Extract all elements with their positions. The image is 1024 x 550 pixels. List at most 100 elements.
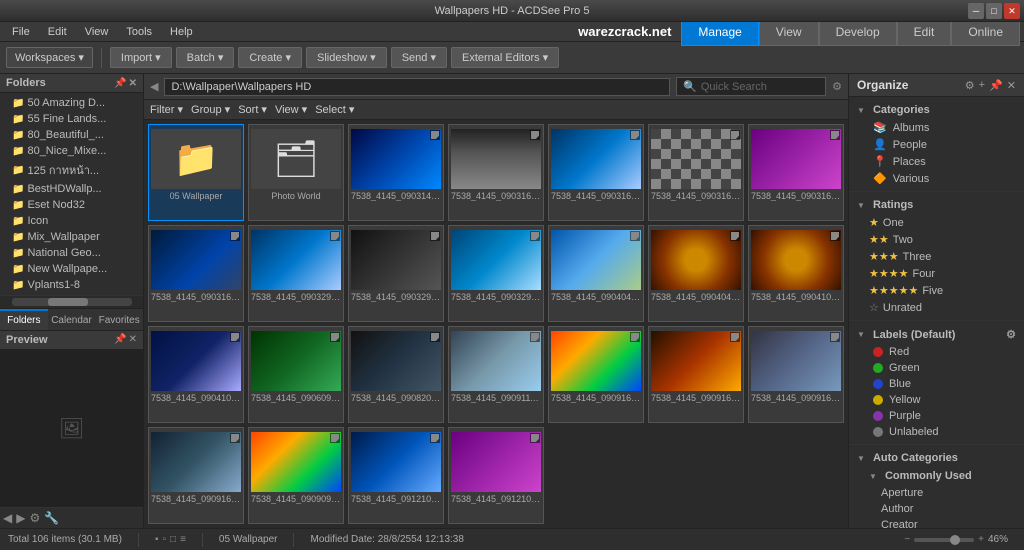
zoom-plus[interactable]: +: [978, 534, 984, 545]
folder-item[interactable]: 📁125 กาทหน้า...: [0, 159, 143, 181]
rating-three[interactable]: ★★★Three: [849, 248, 1024, 265]
folder-item[interactable]: 📁Eset Nod32: [0, 197, 143, 213]
folder-item[interactable]: 📁Vplants1-8: [0, 277, 143, 293]
folder-item[interactable]: 📁55 Fine Lands...: [0, 111, 143, 127]
label-red[interactable]: Red: [849, 344, 1024, 360]
folder-item[interactable]: 📁Icon: [0, 213, 143, 229]
thumbnail-item[interactable]: 7538_4145_0903161...: [148, 225, 244, 322]
label-yellow[interactable]: Yellow: [849, 392, 1024, 408]
thumb-size-small[interactable]: ▪: [155, 534, 159, 545]
thumbnail-item[interactable]: 7538_4145_0909161...: [648, 326, 744, 423]
menu-edit[interactable]: Edit: [40, 24, 75, 40]
preview-tool-1[interactable]: ◀: [3, 511, 12, 525]
organize-pin-icon[interactable]: 📌: [989, 79, 1003, 92]
thumbnail-item[interactable]: 7538_4145_0903290...: [248, 225, 344, 322]
select-tool[interactable]: Select ▾: [315, 103, 354, 116]
auto-cat-creator[interactable]: Creator: [849, 517, 1024, 528]
org-item-people[interactable]: 👤 People: [849, 136, 1024, 153]
maximize-button[interactable]: □: [986, 3, 1002, 19]
categories-header[interactable]: ▼ Categories: [849, 101, 1024, 119]
label-purple[interactable]: Purple: [849, 408, 1024, 424]
import-button[interactable]: Import ▾: [110, 47, 172, 68]
path-bar[interactable]: D:\Wallpaper\Wallpapers HD: [164, 78, 670, 96]
sort-tool[interactable]: Sort ▾: [238, 103, 267, 116]
content-nav-back[interactable]: ◀: [150, 80, 158, 93]
thumbnail-item[interactable]: 7538_4145_0903161...: [548, 124, 644, 221]
label-blue[interactable]: Blue: [849, 376, 1024, 392]
thumbnail-item[interactable]: 7538_4145_0903142...: [348, 124, 444, 221]
preview-tool-3[interactable]: ⚙: [29, 511, 40, 525]
organize-add-icon[interactable]: +: [979, 79, 985, 92]
labels-header[interactable]: ▼ Labels (Default) ⚙: [849, 325, 1024, 344]
menu-help[interactable]: Help: [162, 24, 201, 40]
workspaces-button[interactable]: Workspaces ▾: [6, 47, 93, 68]
thumbnail-item[interactable]: 7538_4145_0903161...: [748, 124, 844, 221]
auto-cat-author[interactable]: Author: [849, 501, 1024, 517]
thumbnail-item[interactable]: 7538_4145_0904041...: [648, 225, 744, 322]
menu-tools[interactable]: Tools: [118, 24, 160, 40]
thumbnail-item[interactable]: 7538_4145_0903290...: [448, 225, 544, 322]
preview-tool-4[interactable]: 🔧: [44, 511, 59, 525]
minimize-button[interactable]: ─: [968, 3, 984, 19]
org-item-places[interactable]: 📍 Places: [849, 153, 1024, 170]
auto-categories-header[interactable]: ▼ Auto Categories: [849, 449, 1024, 467]
preview-pin-icon[interactable]: 📌: [114, 334, 126, 345]
thumbnail-item[interactable]: 7538_4145_0903161...: [448, 124, 544, 221]
folder-item[interactable]: 📁BestHDWallp...: [0, 181, 143, 197]
preview-close-icon[interactable]: ✕: [129, 334, 137, 345]
folder-item[interactable]: 📁National Geo...: [0, 245, 143, 261]
rating-four[interactable]: ★★★★Four: [849, 265, 1024, 282]
labels-settings-icon[interactable]: ⚙: [1006, 328, 1016, 341]
thumbnail-item[interactable]: 7538_4145_0903290...: [348, 225, 444, 322]
scroll-track[interactable]: [12, 298, 132, 306]
thumbnail-item[interactable]: 7538_4145_0909091...: [248, 427, 344, 524]
folder-item[interactable]: 📁50 Amazing D...: [0, 95, 143, 111]
filter-tool[interactable]: Filter ▾: [150, 103, 183, 116]
thumbnail-item[interactable]: 7538_4145_0909111...: [448, 326, 544, 423]
thumbnail-item[interactable]: 7538_4145_0906092...: [248, 326, 344, 423]
thumb-detail-view[interactable]: ≡: [180, 534, 186, 545]
org-item-albums[interactable]: 📚 Albums: [849, 119, 1024, 136]
org-item-various[interactable]: 🔶 Various: [849, 170, 1024, 187]
search-settings-icon[interactable]: ⚙: [832, 80, 842, 93]
sidebar-tab-calendar[interactable]: Calendar: [48, 309, 96, 330]
view-tool[interactable]: View ▾: [275, 103, 307, 116]
external-editors-button[interactable]: External Editors ▾: [451, 47, 559, 68]
rating-two[interactable]: ★★Two: [849, 231, 1024, 248]
menu-file[interactable]: File: [4, 24, 38, 40]
organize-close-icon[interactable]: ✕: [1007, 79, 1016, 92]
sidebar-close-icon[interactable]: ✕: [129, 78, 137, 89]
folder-item[interactable]: 📁80_Beautiful_...: [0, 127, 143, 143]
close-button[interactable]: ✕: [1004, 3, 1020, 19]
batch-button[interactable]: Batch ▾: [176, 47, 235, 68]
group-tool[interactable]: Group ▾: [191, 103, 230, 116]
label-unlabeled[interactable]: Unlabeled: [849, 424, 1024, 440]
slideshow-button[interactable]: Slideshow ▾: [306, 47, 387, 68]
zoom-minus[interactable]: −: [904, 534, 910, 545]
thumbnail-item[interactable]: 📁05 Wallpaper: [148, 124, 244, 221]
ratings-header[interactable]: ▼ Ratings: [849, 196, 1024, 214]
sidebar-tab-favorites[interactable]: Favorites: [95, 309, 143, 330]
thumbnail-item[interactable]: 7538_4145_0904101...: [748, 225, 844, 322]
folder-item[interactable]: 📁New Wallpape...: [0, 261, 143, 277]
thumb-size-large[interactable]: □: [170, 534, 176, 545]
commonly-used-header[interactable]: ▼ Commonly Used: [849, 467, 1024, 485]
folder-item[interactable]: 📁80_Nice_Mixe...: [0, 143, 143, 159]
rating-one[interactable]: ★One: [849, 214, 1024, 231]
thumbnail-item[interactable]: 7538_4145_0912101...: [348, 427, 444, 524]
rating-unrated[interactable]: ☆Unrated: [849, 299, 1024, 316]
sidebar-tab-folders[interactable]: Folders: [0, 309, 48, 330]
rating-five[interactable]: ★★★★★Five: [849, 282, 1024, 299]
label-green[interactable]: Green: [849, 360, 1024, 376]
thumbnail-item[interactable]: 7538_4145_0904101...: [148, 326, 244, 423]
organize-settings-icon[interactable]: ⚙: [965, 79, 975, 92]
thumbnail-item[interactable]: 7538_4145_0909161...: [148, 427, 244, 524]
thumbnail-item[interactable]: 7538_4145_0909161...: [548, 326, 644, 423]
thumbnail-item[interactable]: 7538_4145_0912101...: [448, 427, 544, 524]
thumbnail-item[interactable]: 🗂Photo World: [248, 124, 344, 221]
thumbnail-item[interactable]: 7538_4145_0903161...: [648, 124, 744, 221]
create-button[interactable]: Create ▾: [238, 47, 302, 68]
thumbnail-item[interactable]: 7538_4145_0904041...: [548, 225, 644, 322]
thumbnail-item[interactable]: 7538_4145_0908201...: [348, 326, 444, 423]
preview-tool-2[interactable]: ▶: [16, 511, 25, 525]
